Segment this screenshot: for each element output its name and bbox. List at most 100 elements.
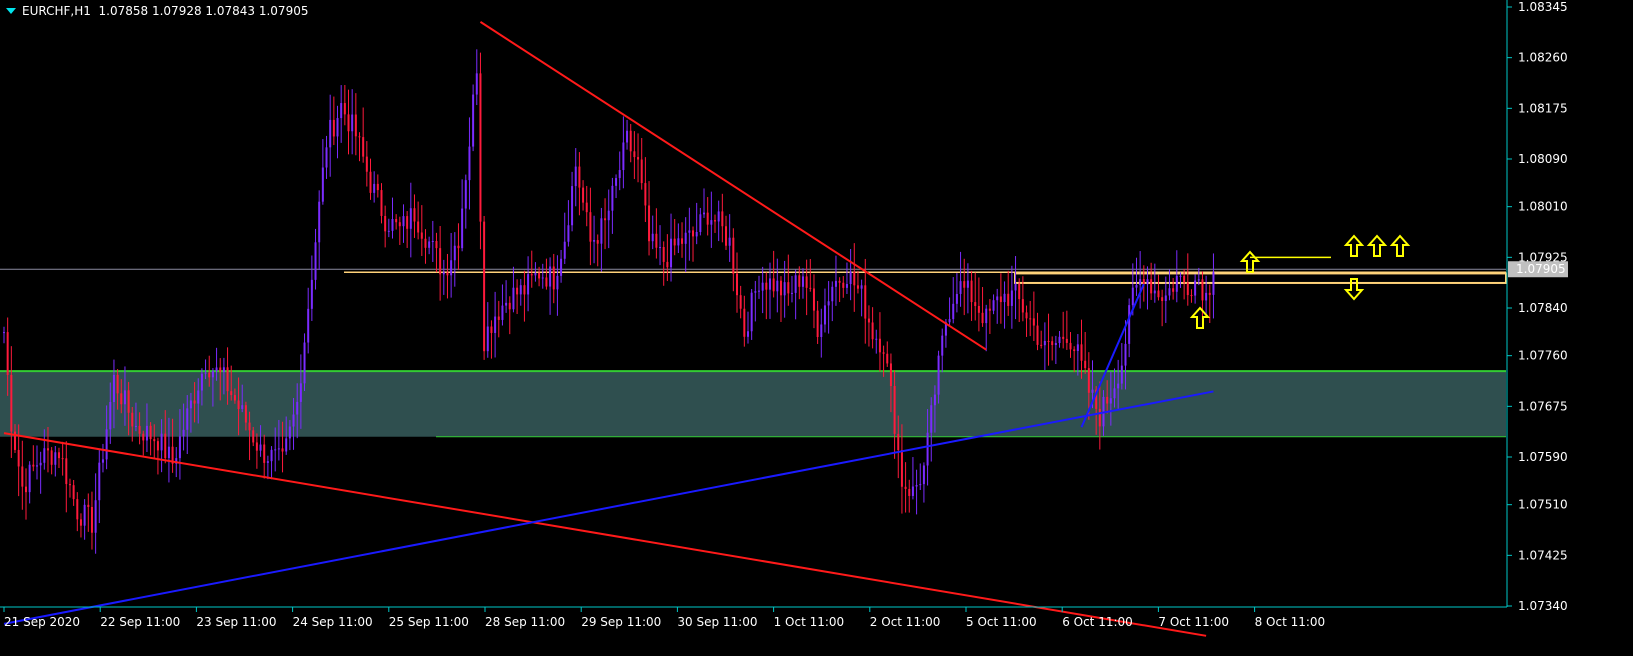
- candle-body: [1040, 344, 1043, 346]
- symbol-header[interactable]: EURCHF,H1 1.07858 1.07928 1.07843 1.0790…: [4, 4, 308, 18]
- candle-body: [43, 448, 46, 463]
- candle-body: [783, 282, 786, 296]
- candle-body: [1087, 368, 1090, 393]
- candle-body: [1168, 288, 1171, 296]
- candle-body: [497, 316, 500, 320]
- candle-body: [296, 401, 299, 415]
- y-tick-label: 1.07840: [1518, 301, 1568, 315]
- candle-body: [615, 178, 618, 186]
- candle-body: [1062, 336, 1065, 339]
- candle-body: [208, 372, 211, 378]
- candle-body: [32, 464, 35, 467]
- candle-body: [1007, 293, 1010, 306]
- y-tick-label: 1.08260: [1518, 51, 1568, 65]
- candle-body: [127, 390, 130, 413]
- candle-body: [827, 301, 830, 306]
- candle-body: [420, 232, 423, 239]
- candle-body: [1194, 280, 1197, 296]
- candle-body: [39, 462, 42, 466]
- candle-body: [57, 452, 60, 459]
- candle-body: [351, 114, 354, 132]
- candle-body: [746, 331, 749, 337]
- candle-body: [138, 425, 141, 434]
- candle-body: [966, 280, 969, 288]
- candle-body: [186, 408, 189, 430]
- candle-body: [996, 296, 999, 301]
- candle-body: [468, 146, 471, 181]
- candle-body: [68, 484, 71, 486]
- candle-body: [673, 238, 676, 246]
- candle-body: [332, 119, 335, 137]
- candle-body: [87, 504, 90, 507]
- candle-body: [72, 485, 75, 500]
- candle-body: [878, 338, 881, 353]
- candle-body: [864, 285, 867, 319]
- candle-body: [622, 142, 625, 171]
- candle-body: [1183, 275, 1186, 283]
- candle-body: [116, 374, 119, 394]
- y-tick-label: 1.08090: [1518, 152, 1568, 166]
- candle-body: [204, 372, 207, 374]
- y-tick-label: 1.07760: [1518, 349, 1568, 363]
- candle-body: [1069, 342, 1072, 350]
- x-tick-label: 21 Sep 2020: [4, 615, 80, 629]
- candle-body: [435, 241, 438, 249]
- candle-body: [725, 226, 728, 246]
- candle-body: [244, 405, 247, 423]
- candle-body: [556, 275, 559, 290]
- candle-body: [1212, 272, 1215, 295]
- candle-body: [768, 278, 771, 290]
- candle-body: [343, 103, 346, 115]
- candle-body: [648, 205, 651, 242]
- candle-body: [479, 73, 482, 222]
- candle-body: [662, 247, 665, 262]
- candle-body: [1058, 336, 1061, 344]
- candle-body: [911, 486, 914, 496]
- candle-body: [413, 208, 416, 222]
- candle-body: [659, 247, 662, 249]
- candle-body: [706, 212, 709, 225]
- candle-body: [263, 444, 266, 463]
- candle-body: [307, 308, 310, 343]
- candle-body: [1051, 341, 1054, 346]
- candle-body: [637, 157, 640, 160]
- candle-body: [695, 232, 698, 237]
- candle-body: [1043, 340, 1046, 346]
- candle-body: [757, 290, 760, 292]
- price-chart[interactable]: 1.08345 1.08260 1.08175 1.08090 1.08010 1.079…: [0, 0, 1633, 656]
- candle-body: [981, 312, 984, 324]
- candle-body: [893, 385, 896, 434]
- candle-body: [1179, 275, 1182, 277]
- candle-body: [534, 272, 537, 276]
- candle-body: [1161, 297, 1164, 301]
- candle-body: [790, 292, 793, 294]
- candle-body: [563, 241, 566, 259]
- candle-body: [362, 137, 365, 157]
- candle-body: [688, 230, 691, 233]
- candle-body: [46, 448, 49, 451]
- candle-body: [472, 94, 475, 147]
- candle-body: [142, 433, 145, 441]
- candle-body: [574, 166, 577, 187]
- candle-body: [325, 147, 328, 168]
- candle-body: [963, 281, 966, 288]
- candle-body: [823, 305, 826, 325]
- candle-body: [684, 232, 687, 244]
- candle-body: [387, 230, 390, 232]
- candle-body: [882, 352, 885, 354]
- candle-body: [230, 391, 233, 396]
- candle-body: [571, 186, 574, 226]
- candle-body: [516, 287, 519, 295]
- dropdown-triangle-icon[interactable]: [6, 8, 16, 14]
- candle-body: [233, 395, 236, 401]
- x-tick-label: 5 Oct 11:00: [966, 615, 1037, 629]
- x-tick-label: 23 Sep 11:00: [196, 615, 276, 629]
- candle-body: [871, 322, 874, 340]
- candle-body: [1047, 340, 1050, 342]
- candle-body: [211, 371, 214, 378]
- candle-body: [94, 500, 97, 533]
- candle-body: [930, 405, 933, 433]
- candle-body: [772, 278, 775, 292]
- candle-body: [10, 374, 13, 432]
- candle-body: [593, 240, 596, 242]
